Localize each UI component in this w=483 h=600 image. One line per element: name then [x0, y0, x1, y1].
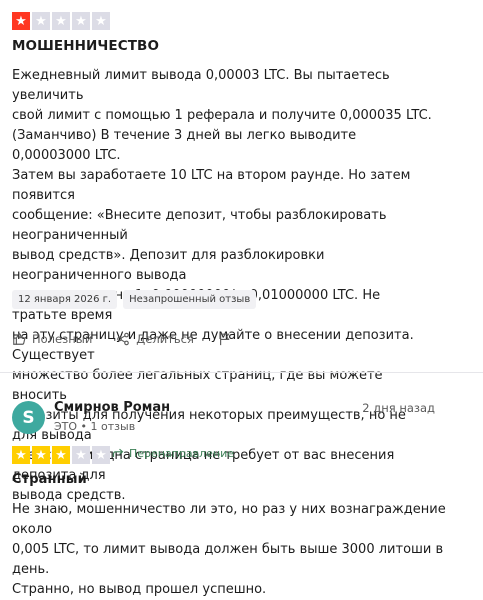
thumbs-up-icon	[13, 333, 26, 345]
review2-body: Не знаю, мошенничество ли это, но раз у …	[12, 502, 446, 597]
star-icon: ★	[52, 446, 70, 464]
review1-stars: ★ ★ ★ ★ ★	[12, 12, 110, 30]
author-name[interactable]: Смирнов Роман	[54, 400, 170, 415]
star-icon: ★	[72, 446, 90, 464]
flag-icon	[219, 333, 230, 346]
star-icon: ★	[72, 12, 90, 30]
avatar[interactable]: S	[12, 401, 45, 434]
star-icon: ★	[92, 446, 110, 464]
star-icon: ★	[32, 446, 50, 464]
star-icon: ★	[52, 12, 70, 30]
redirect-arrow-icon	[112, 448, 124, 457]
useful-button[interactable]: Полезный	[12, 332, 92, 346]
review2-title: Странный	[12, 472, 87, 487]
share-label: Делиться	[136, 332, 194, 346]
review1-tags: 12 января 2026 г. Незапрошенный отзыв	[12, 290, 257, 309]
author-meta: ЭТО • 1 отзыв	[54, 420, 136, 433]
share-icon	[117, 332, 130, 346]
useful-label: Полезный	[32, 332, 93, 346]
share-button[interactable]: Делиться	[116, 332, 194, 346]
date-tag: 12 января 2026 г.	[12, 290, 118, 309]
star-icon: ★	[12, 446, 30, 464]
review-divider	[0, 372, 483, 373]
review1-actions: Полезный Делиться	[12, 332, 232, 346]
star-icon: ★	[12, 12, 30, 30]
review1-title: МОШЕННИЧЕСТВО	[12, 38, 160, 54]
review2-stars: ★ ★ ★ ★ ★	[12, 446, 110, 464]
redirect-label: Перенаправление	[112, 447, 234, 460]
star-icon: ★	[32, 12, 50, 30]
star-icon: ★	[92, 12, 110, 30]
flag-button[interactable]	[218, 332, 232, 346]
review-date: 2 дня назад	[362, 401, 435, 415]
status-tag: Незапрошенный отзыв	[123, 290, 257, 309]
redirect-text: Перенаправление	[129, 447, 235, 460]
review1-body: Ежедневный лимит вывода 0,00003 LTC. Вы …	[12, 68, 432, 503]
